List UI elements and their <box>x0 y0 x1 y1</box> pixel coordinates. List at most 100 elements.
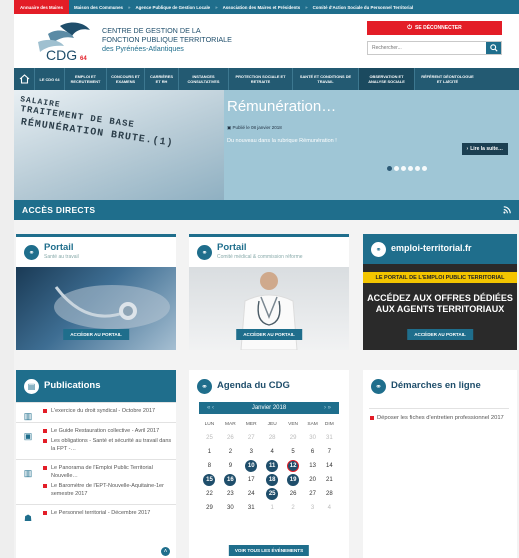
calendar-day-number: 28 <box>268 435 276 441</box>
calendar-day-number: 29 <box>289 435 297 441</box>
slider-dot[interactable] <box>415 166 420 171</box>
access-portal-button[interactable]: ACCÉDER AU PORTAIL <box>407 329 473 340</box>
book-icon: ▤ <box>24 379 39 394</box>
acces-directs-title: ACCÈS DIRECTS <box>22 205 96 215</box>
publication-link[interactable]: Le Baromètre de l'EPT-Nouvelle-Aquitaine… <box>42 482 172 498</box>
search-input[interactable] <box>368 42 486 54</box>
calendar-day: 26 <box>220 431 241 445</box>
disconnect-button[interactable]: ⏻ SE DÉCONNECTER <box>367 21 502 35</box>
slider-dot[interactable] <box>394 166 399 171</box>
calendar-day-number: 16 <box>224 474 237 486</box>
publication-group: ☗ Le Personnel territorial - Décembre 20… <box>16 504 176 524</box>
read-more-button[interactable]: › Lire la suite… <box>461 143 508 155</box>
slider-dot[interactable] <box>408 166 413 171</box>
access-portal-button[interactable]: ACCÉDER AU PORTAIL <box>63 329 129 340</box>
slider-dot[interactable] <box>422 166 427 171</box>
calendar-month-bar: « ‹ Janvier 2018 › » <box>199 402 339 414</box>
nav-item-instances[interactable]: INSTANCES CONSULTATIVES <box>178 68 228 90</box>
publication-link[interactable]: L'exercice du droit syndical - Octobre 2… <box>42 407 172 415</box>
calendar-prev-buttons[interactable]: « ‹ <box>207 405 214 411</box>
calendar-day: 2 <box>283 501 304 515</box>
calendar-day[interactable]: 10 <box>241 459 262 473</box>
publications-title: Publications <box>44 380 101 391</box>
logo-number: 64 <box>80 56 87 62</box>
calendar-day: 2 <box>220 445 241 459</box>
cdg64-logo[interactable]: CDG 64 <box>30 20 102 63</box>
topbar-link-annuaire[interactable]: Annuaire des Maires <box>14 0 69 14</box>
publication-link[interactable]: Le Personnel territorial - Décembre 2017 <box>42 509 172 517</box>
calendar-day[interactable]: 12 <box>283 459 304 473</box>
rss-icon[interactable] <box>503 206 511 214</box>
nav-item-deontologue[interactable]: RÉFÉRENT DÉONTOLOGUE ET LAÏCITÉ <box>414 68 480 90</box>
calendar-day-number: 19 <box>287 474 300 486</box>
calendar-day: 14 <box>322 459 337 473</box>
publication-link[interactable]: Le Panorama de l'Emploi Public Territori… <box>42 464 172 480</box>
calendar-day-number: 9 <box>228 463 233 469</box>
search-button[interactable] <box>486 42 501 54</box>
calendar-day[interactable]: 16 <box>220 473 241 487</box>
see-all-events-button[interactable]: VOIR TOUS LES ÉVÉNEMENTS <box>228 545 310 556</box>
hero-title[interactable]: Rémunération… <box>227 98 336 115</box>
calendar-day-number: 18 <box>266 474 279 486</box>
link-icon: ⚭ <box>24 245 39 260</box>
chevron-right-icon: › <box>466 146 469 152</box>
organization-name: CENTRE DE GESTION DE LA FONCTION PUBLIQU… <box>102 26 232 53</box>
calendar-day-number: 3 <box>249 449 253 455</box>
portal-card-comite-medical[interactable]: ⚭ Portail Comité médical & commission ré… <box>189 234 349 350</box>
home-icon <box>19 74 29 84</box>
topbar-link-maison[interactable]: Maison des Communes <box>69 5 128 10</box>
calendar-day-number: 8 <box>207 463 212 469</box>
calendar-day[interactable]: 18 <box>262 473 283 487</box>
emploi-band: LE PORTAIL DE L'EMPLOI PUBLIC TERRITORIA… <box>363 272 517 283</box>
calendar-day[interactable]: 25 <box>262 487 283 501</box>
calendar-day[interactable]: 19 <box>283 473 304 487</box>
slider-dot[interactable] <box>387 166 392 171</box>
nav-item-sante[interactable]: SANTÉ ET CONDITIONS DE TRAVAIL <box>292 68 358 90</box>
calendar-day: 20 <box>304 473 322 487</box>
demarche-link[interactable]: Déposer les fiches d'entretien professio… <box>369 408 509 422</box>
calendar-day-number: 24 <box>247 491 255 497</box>
publications-box: ▤ Publications ▥ L'exercice du droit syn… <box>16 370 176 558</box>
bar-chart-icon: ▥ <box>23 468 33 478</box>
publication-link[interactable]: Les obligations - Santé et sécurité au t… <box>42 437 172 453</box>
link-icon: ⚭ <box>371 379 386 394</box>
acces-directs-bar: ACCÈS DIRECTS <box>14 200 519 220</box>
calendar-day[interactable]: 11 <box>262 459 283 473</box>
topbar-link-association[interactable]: Association des Maires et Présidents <box>218 5 306 10</box>
calendar-day-header: LUN <box>204 422 215 427</box>
nav-item-observation[interactable]: OBSERVATION ET ANALYSE SOCIALE <box>358 68 414 90</box>
emploi-headline-2: AUX AGENTS TERRITORIAUX <box>375 304 505 314</box>
top-links-bar: Annuaire des Maires Maison des Communes … <box>14 0 519 14</box>
calendar-day: 5 <box>283 445 304 459</box>
hero-slider: SALAIRE TRAITEMENT DE BASE RÉMUNÉRATION … <box>14 90 519 200</box>
calendar-next-buttons[interactable]: › » <box>324 405 331 411</box>
nav-item-protection-sociale[interactable]: PROTECTION SOCIALE ET RETRAITE <box>228 68 292 90</box>
calendar-day[interactable]: 15 <box>199 473 220 487</box>
publication-link[interactable]: Le Guide Restauration collective - Avril… <box>42 427 172 435</box>
home-button[interactable] <box>14 68 34 90</box>
agenda-title: Agenda du CDG <box>217 380 290 391</box>
topbar-link-agence[interactable]: Agence Publique de Gestion Locale <box>130 5 215 10</box>
calendar-day: 29 <box>199 501 220 515</box>
calendar-day-number: 21 <box>325 477 333 483</box>
nav-item-emploi[interactable]: EMPLOI ET RECRUTEMENT <box>64 68 106 90</box>
slider-dot[interactable] <box>401 166 406 171</box>
portal-card-sante[interactable]: ⚭ Portail Santé au travail ACCÉDER AU PO… <box>16 234 176 350</box>
emploi-brand: emploi-territorial.fr <box>391 243 472 253</box>
calendar-day-number: 20 <box>309 477 316 483</box>
nav-item-carrieres[interactable]: CARRIÈRES ET RH <box>144 68 178 90</box>
scroll-up-button[interactable]: ˄ <box>161 547 170 556</box>
calendar-day: 23 <box>220 487 241 501</box>
access-portal-button[interactable]: ACCÉDER AU PORTAIL <box>236 329 302 340</box>
topbar-link-comite[interactable]: Comité d'Action Sociale du Personnel Ter… <box>308 5 419 10</box>
calendar-day-number: 25 <box>206 435 213 441</box>
topbar-link-label: Annuaire des Maires <box>20 4 63 10</box>
calendar-day: 27 <box>304 487 322 501</box>
calendar-day-number: 11 <box>266 460 279 472</box>
nav-item-cdg64[interactable]: LE CDG 64 <box>34 68 64 90</box>
nav-item-concours[interactable]: CONCOURS ET EXAMENS <box>106 68 144 90</box>
calendar-day: 27 <box>241 431 262 445</box>
emploi-territorial-banner[interactable]: ⚭ emploi-territorial.fr LE PORTAIL DE L'… <box>363 234 517 350</box>
search-box <box>367 41 502 55</box>
calendar-day-header: SAM <box>307 422 318 427</box>
